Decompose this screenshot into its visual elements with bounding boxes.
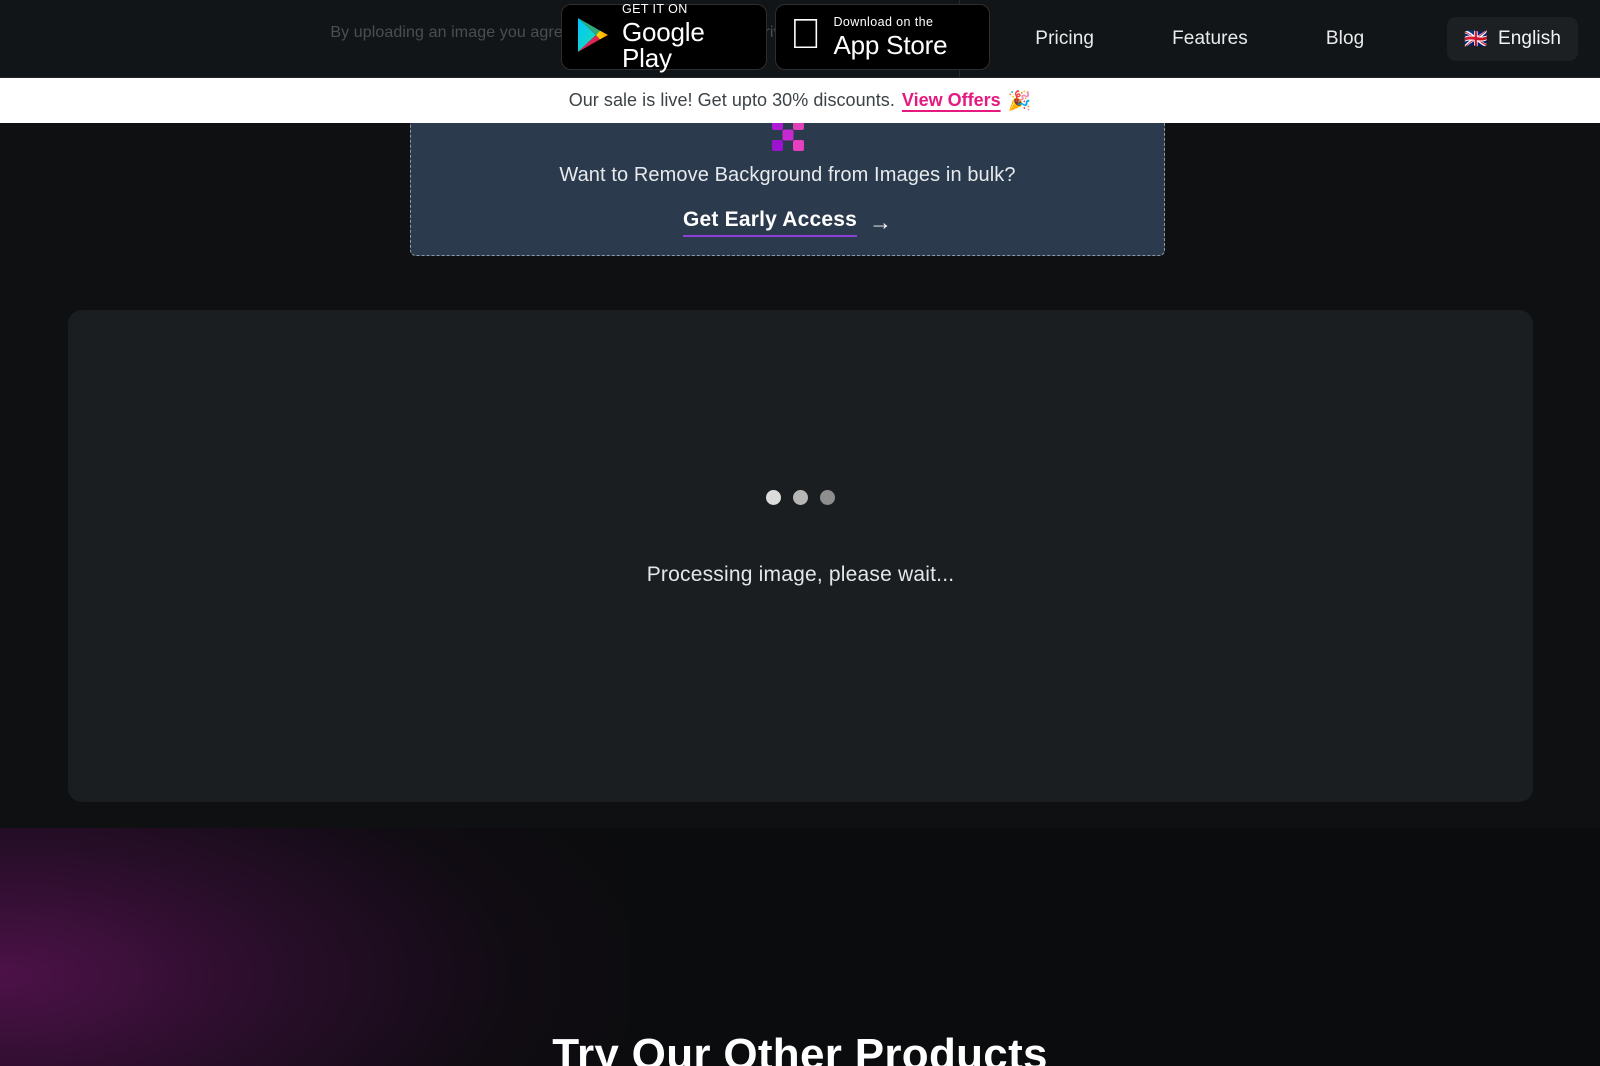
app-store-badge-text: Download on the App Store: [834, 16, 948, 59]
promo-banner[interactable]: Our sale is live! Get upto 30% discounts…: [0, 78, 1600, 123]
nav-link-pricing[interactable]: Pricing: [996, 28, 1133, 50]
other-products-section: Try Our Other Products: [0, 828, 1600, 1066]
loading-dot-3: [820, 490, 835, 505]
app-store-badge[interactable]:  Download on the App Store: [775, 4, 990, 70]
loading-dots-indicator: [68, 490, 1533, 505]
bulk-pixels-icon: [771, 122, 805, 152]
party-popper-icon: 🎉: [1007, 90, 1032, 112]
language-selector-button[interactable]: 🇬🇧 English: [1447, 17, 1578, 61]
google-play-badge-text: GET IT ON Google Play: [622, 3, 748, 72]
processing-status-text: Processing image, please wait...: [646, 563, 955, 586]
google-play-badge-small: GET IT ON: [622, 1, 688, 16]
language-selector-label: English: [1497, 28, 1561, 49]
bulk-card-cta-wrapper: Get Early Access →: [411, 208, 1164, 237]
loading-dot-2: [793, 490, 808, 505]
loading-dot-1: [766, 490, 781, 505]
app-store-badge-big: App Store: [802, 30, 948, 61]
app-store-badges: GET IT ON Google Play  Download on the …: [561, 3, 990, 72]
google-play-badge[interactable]: GET IT ON Google Play: [561, 3, 767, 72]
nav-link-features-label: Features: [1172, 28, 1248, 49]
bulk-card-title: Want to Remove Background from Images in…: [559, 164, 1016, 186]
apple-logo-icon: : [790, 13, 822, 55]
header-navigation: Pricing Features Blog 🇬🇧 English: [959, 0, 1600, 78]
nav-link-pricing-label: Pricing: [1035, 28, 1095, 49]
get-early-access-link[interactable]: Get Early Access: [682, 208, 858, 237]
nav-link-blog[interactable]: Blog: [1287, 28, 1403, 50]
google-play-icon: [576, 16, 610, 59]
nav-link-blog-label: Blog: [1325, 28, 1365, 49]
view-offers-link[interactable]: View Offers: [902, 90, 1001, 111]
nav-link-features[interactable]: Features: [1133, 28, 1287, 50]
image-processing-panel: Processing image, please wait...: [68, 310, 1533, 802]
page-root: By uploading an image you agree to our T…: [0, 0, 1600, 1066]
app-store-badge-small: Download on the: [802, 14, 933, 29]
promo-banner-text: Our sale is live! Get upto 30% discounts…: [568, 90, 895, 110]
bulk-background-removal-card: Want to Remove Background from Images in…: [410, 122, 1165, 256]
arrow-right-icon: →: [869, 209, 893, 235]
google-play-badge-big: Google Play: [622, 17, 705, 74]
site-header: By uploading an image you agree to our T…: [0, 0, 1600, 78]
uk-flag-icon: 🇬🇧: [1464, 28, 1488, 50]
other-products-heading: Try Our Other Products: [552, 1030, 1048, 1066]
